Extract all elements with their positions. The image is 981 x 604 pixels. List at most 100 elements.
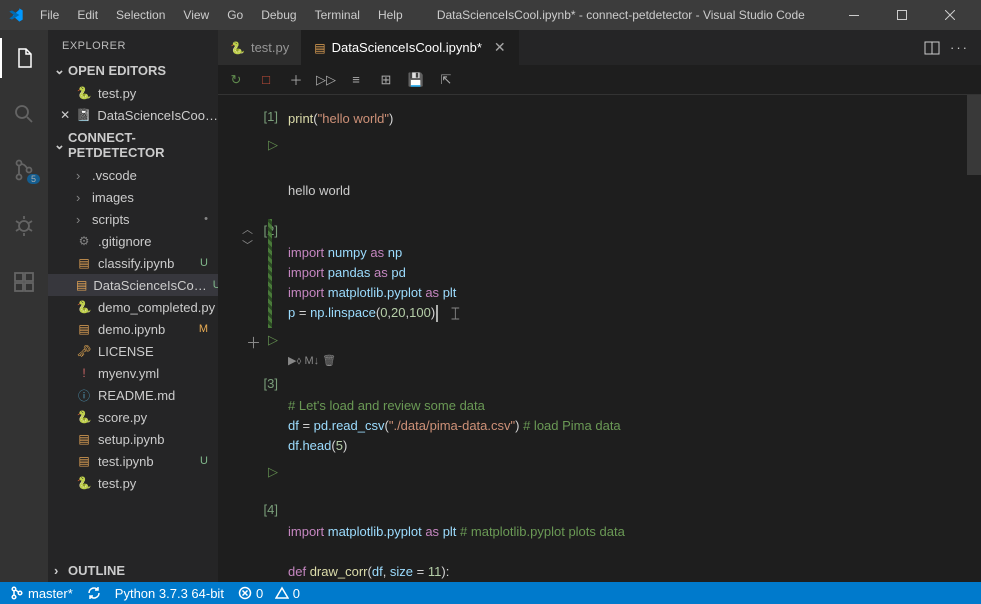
tree-item[interactable]: ▤demo.ipynbM	[48, 318, 218, 340]
open-editor-item[interactable]: ✕📓DataScienceIsCoo…	[48, 104, 218, 126]
activity-scm[interactable]: 5	[0, 150, 48, 190]
file-label: myenv.yml	[98, 366, 159, 381]
tree-item[interactable]: ⓘREADME.md	[48, 384, 218, 406]
text-cursor	[436, 305, 438, 322]
tab-notebook[interactable]: ▤DataScienceIsCool.ipynb*✕	[302, 30, 518, 65]
file-status: U	[200, 455, 208, 467]
menu-edit[interactable]: Edit	[69, 4, 106, 26]
close-tab-icon[interactable]: ✕	[494, 39, 506, 56]
tab-testpy[interactable]: 🐍test.py	[218, 30, 302, 65]
cell[interactable]: [1] print("hello world")	[218, 105, 981, 133]
license-icon: 🗝	[76, 344, 92, 358]
tree-item[interactable]: ›scripts•	[48, 208, 218, 230]
open-editor-item[interactable]: 🐍test.py	[48, 82, 218, 104]
interrupt-icon[interactable]: □	[258, 72, 274, 88]
cell-output: hello world	[288, 181, 981, 201]
python-icon: 🐍	[76, 300, 92, 314]
tree-item[interactable]: 🐍score.py	[48, 406, 218, 428]
add-below-icon[interactable]: ＋	[246, 332, 261, 353]
tree-item[interactable]: ▤test.ipynbU	[48, 450, 218, 472]
menu-go[interactable]: Go	[219, 4, 251, 26]
file-status: U	[200, 257, 208, 269]
close-button[interactable]	[927, 0, 973, 30]
collapse-up-icon[interactable]: ︿	[242, 221, 253, 237]
menu-file[interactable]: File	[32, 4, 67, 26]
activity-extensions[interactable]	[0, 262, 48, 302]
file-label: scripts	[92, 212, 130, 227]
chevron-right-icon: ›	[76, 212, 86, 227]
open-editors-header[interactable]: ⌄OPEN EDITORS	[48, 58, 218, 82]
file-label: DataScienceIsCo…	[93, 278, 206, 293]
notebook-icon: ▤	[76, 278, 87, 292]
tree-item[interactable]: ▤ classify.ipynb U	[48, 252, 218, 274]
menu-help[interactable]: Help	[370, 4, 411, 26]
activity-debug[interactable]	[0, 206, 48, 246]
minimize-button[interactable]	[831, 0, 877, 30]
menu-view[interactable]: View	[175, 4, 217, 26]
chevron-right-icon: ›	[76, 190, 86, 205]
file-label: classify.ipynb	[98, 256, 174, 271]
notebook-icon: ▤	[76, 454, 92, 468]
sync-icon[interactable]	[87, 586, 101, 600]
python-interpreter[interactable]: Python 3.7.3 64-bit	[115, 586, 224, 601]
run-all-icon[interactable]: ▷▷	[318, 72, 334, 88]
vscode-logo-icon	[8, 7, 24, 23]
run-cell-icon[interactable]: ▷	[268, 332, 278, 348]
cell-prompt: [1]	[264, 109, 278, 124]
file-label: LICENSE	[98, 344, 154, 359]
tree-item[interactable]: ›images	[48, 186, 218, 208]
error-count: 0	[256, 586, 263, 601]
cell-modified-bar	[268, 219, 272, 328]
tree-item[interactable]: 🗝 LICENSE	[48, 340, 218, 362]
run-cell-icon[interactable]: ▷	[268, 464, 278, 480]
cell[interactable]: [3] # Let's load and review some data df…	[218, 372, 981, 460]
file-label: score.py	[98, 410, 147, 425]
notebook-icon: ▤	[76, 322, 92, 336]
run-cell-icon[interactable]: ▷	[268, 137, 278, 153]
more-icon[interactable]: ···	[950, 40, 969, 55]
file-label: DataScienceIsCoo…	[97, 108, 218, 123]
restart-icon[interactable]: ↻	[228, 72, 244, 88]
export-icon[interactable]: ⇱	[438, 72, 454, 88]
gear-icon: ⚙	[76, 234, 92, 248]
tree-item[interactable]: ⚙ .gitignore	[48, 230, 218, 252]
notebook-icon: ▤	[76, 256, 92, 270]
cell[interactable]: [4] import matplotlib.pyplot as plt # ma…	[218, 498, 981, 582]
dirty-close-icon[interactable]: ✕	[60, 108, 70, 122]
git-branch[interactable]: master*	[10, 586, 73, 601]
file-label: .gitignore	[98, 234, 151, 249]
notebook-cells[interactable]: [1] print("hello world") ▷ hello world ︿…	[218, 95, 981, 582]
cell[interactable]: ︿ ﹀ [2] import numpy as np import pandas…	[218, 219, 981, 328]
activity-search[interactable]	[0, 94, 48, 134]
tree-item[interactable]: ▤DataScienceIsCo…U	[48, 274, 218, 296]
outline-header[interactable]: ›OUTLINE	[48, 559, 218, 582]
tree-item[interactable]: !myenv.yml	[48, 362, 218, 384]
menu-selection[interactable]: Selection	[108, 4, 173, 26]
add-cell-icon[interactable]: ＋	[288, 72, 304, 88]
problems[interactable]: 0 0	[238, 586, 300, 601]
file-label: test.py	[98, 86, 136, 101]
maximize-button[interactable]	[879, 0, 925, 30]
variables-icon[interactable]: ⊞	[378, 72, 394, 88]
warning-count: 0	[293, 586, 300, 601]
cell-tools[interactable]: ▶⬨ M↓ 🗑	[218, 352, 981, 372]
python-icon: 🐍	[76, 476, 92, 490]
outline-label: OUTLINE	[68, 563, 125, 578]
menu-debug[interactable]: Debug	[253, 4, 304, 26]
menu-terminal[interactable]: Terminal	[307, 4, 368, 26]
tree-item[interactable]: 🐍test.py	[48, 472, 218, 494]
activity-explorer[interactable]	[0, 38, 48, 78]
tree-item[interactable]: 🐍demo_completed.py	[48, 296, 218, 318]
python-icon: 🐍	[230, 41, 245, 55]
tree-item[interactable]: ▤setup.ipynb	[48, 428, 218, 450]
notebook-toolbar: ↻ □ ＋ ▷▷ ≡ ⊞ 💾 ⇱	[218, 65, 981, 95]
tree-item[interactable]: ›.vscode	[48, 164, 218, 186]
code-token: "hello world"	[318, 111, 389, 126]
project-label: CONNECT-PETDETECTOR	[68, 130, 212, 160]
run-above-icon[interactable]: ≡	[348, 72, 364, 88]
notebook-icon: ▤	[314, 41, 325, 55]
project-header[interactable]: ⌄CONNECT-PETDETECTOR	[48, 126, 218, 164]
collapse-down-icon[interactable]: ﹀	[242, 237, 253, 253]
split-editor-icon[interactable]	[924, 40, 940, 56]
save-icon[interactable]: 💾	[408, 72, 424, 88]
